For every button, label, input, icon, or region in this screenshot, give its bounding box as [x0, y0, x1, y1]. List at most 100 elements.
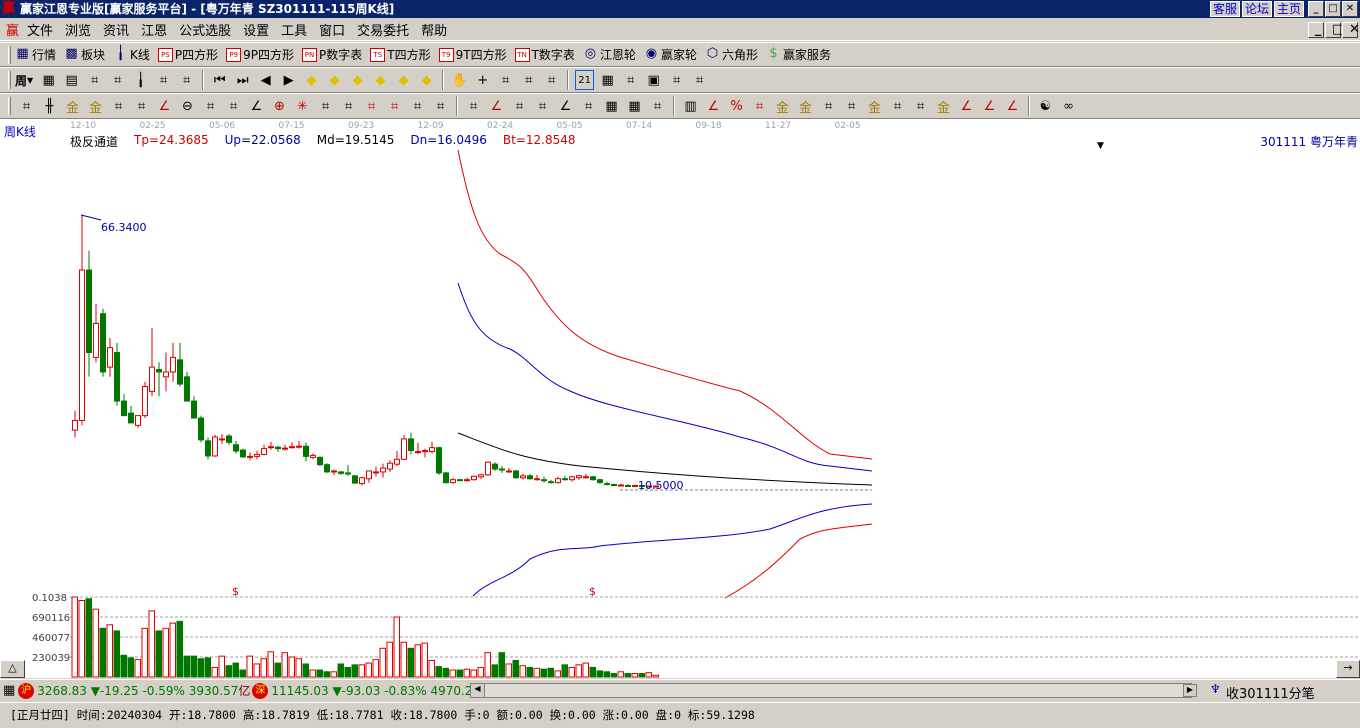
toolbar-winner-wheel-button[interactable]: ◉ 赢家轮	[644, 46, 697, 63]
wave2-icon[interactable]: ⌗	[842, 96, 861, 116]
crosshair-icon[interactable]: +	[473, 70, 492, 90]
last-icon[interactable]: ⏭	[233, 70, 252, 90]
square-icon[interactable]: ⌗	[510, 96, 529, 116]
toolbar-tn-button[interactable]: TN T数字表	[514, 46, 575, 63]
box-icon[interactable]: ⌗	[316, 96, 335, 116]
gold1-icon[interactable]: 金	[63, 96, 82, 116]
comb-icon[interactable]: ⌗	[408, 96, 427, 116]
period-select[interactable]: 周 ▼	[15, 72, 33, 89]
close-button[interactable]: ✕	[1342, 1, 1358, 17]
trend-icon[interactable]: ⌗	[496, 70, 515, 90]
pen-icon[interactable]: ⌗	[17, 96, 36, 116]
grid2-icon[interactable]: ▦	[602, 96, 621, 116]
up-diamond-icon[interactable]: ◆	[302, 70, 321, 90]
first-icon[interactable]: ⏮	[210, 70, 229, 90]
menu-settings[interactable]: 设置	[237, 20, 275, 39]
arrow-right-button[interactable]: →	[1336, 660, 1360, 678]
toolbar-t9-button[interactable]: T9 9T四方形	[438, 46, 507, 63]
toolbar-p9-button[interactable]: P9 9P四方形	[226, 46, 294, 63]
expand-up-button[interactable]: △	[0, 660, 25, 678]
scrollbar[interactable]: ◀ ▶	[470, 683, 1197, 698]
star-diamond-icon[interactable]: ◆	[371, 70, 390, 90]
spiral-icon[interactable]: ⌗	[132, 96, 151, 116]
restore-button[interactable]: □	[1325, 1, 1341, 17]
home-link[interactable]: 主页	[1274, 1, 1305, 17]
calendar-icon[interactable]: 21	[575, 70, 595, 90]
parallel-icon[interactable]: ⌗	[201, 96, 220, 116]
percent-icon[interactable]: %	[727, 96, 746, 116]
child-restore-button[interactable]: □	[1325, 22, 1344, 38]
star-icon[interactable]: ✳	[293, 96, 312, 116]
n2-icon[interactable]: ⌗	[224, 96, 243, 116]
left-icon[interactable]: ◀	[256, 70, 275, 90]
service-link[interactable]: 客服	[1210, 1, 1241, 17]
yinyang-icon[interactable]: ☯	[1036, 96, 1055, 116]
child-close-button[interactable]: ✕	[1342, 22, 1360, 38]
gold3-icon[interactable]: 金	[865, 96, 884, 116]
angle-icon[interactable]: ∠	[247, 96, 266, 116]
fan2-icon[interactable]: ∠	[487, 96, 506, 116]
angle2-icon[interactable]: ∠	[556, 96, 575, 116]
speed-icon[interactable]: ⌗	[339, 96, 358, 116]
bars9-icon[interactable]: ⌗	[108, 70, 127, 90]
cross-diamond-icon[interactable]: ◆	[394, 70, 413, 90]
tree-icon[interactable]: ⌗	[519, 70, 538, 90]
slash-icon[interactable]: ⌗	[648, 96, 667, 116]
pattern-icon[interactable]: ⌗	[542, 70, 561, 90]
f-icon[interactable]: ⌗	[911, 96, 930, 116]
frame-icon[interactable]: ⌗	[464, 96, 483, 116]
print-icon[interactable]: ⌗	[690, 70, 709, 90]
toolbar-ps-button[interactable]: PS P四方形	[157, 46, 218, 63]
notes-icon[interactable]: ⌗	[621, 70, 640, 90]
calendar-icon[interactable]: ▦	[3, 683, 15, 698]
wave-icon[interactable]: ⌗	[579, 96, 598, 116]
percent-fan-icon[interactable]: ∠	[704, 96, 723, 116]
toolbar-grip[interactable]	[8, 71, 11, 89]
minimize-button[interactable]: _	[1308, 1, 1324, 17]
toolbar-grip[interactable]	[8, 97, 11, 115]
gold-line-icon[interactable]: 金	[796, 96, 815, 116]
table-icon[interactable]: ▥	[681, 96, 700, 116]
toolbar-kline-button[interactable]: ╽ K线	[113, 46, 150, 63]
shen-angle-icon[interactable]: ∠	[957, 96, 976, 116]
fib-icon[interactable]: ⌗	[109, 96, 128, 116]
mountain-icon[interactable]: ⌗	[177, 70, 196, 90]
bars3-icon[interactable]: ⌗	[85, 70, 104, 90]
move-diamond-icon[interactable]: ◆	[417, 70, 436, 90]
toolbar-grip[interactable]	[8, 45, 11, 64]
lines-icon[interactable]: ╫	[40, 96, 59, 116]
toolbar-sector-button[interactable]: ▩ 板块	[64, 46, 105, 63]
square2-icon[interactable]: ⌗	[533, 96, 552, 116]
grid3-icon[interactable]: ▦	[625, 96, 644, 116]
j-icon[interactable]: ⌗	[888, 96, 907, 116]
scroll-right-button[interactable]: ▶	[1183, 684, 1197, 697]
toolbar-ts-button[interactable]: TS T四方形	[370, 46, 431, 63]
down-diamond-icon[interactable]: ◆	[348, 70, 367, 90]
menu-news[interactable]: 资讯	[97, 20, 135, 39]
right-icon[interactable]: ▶	[279, 70, 298, 90]
right-diamond-icon[interactable]: ◆	[325, 70, 344, 90]
menu-file[interactable]: 文件	[21, 20, 59, 39]
calculator-icon[interactable]: ▦	[598, 70, 617, 90]
menu-trade[interactable]: 交易委托	[351, 20, 415, 39]
grid-icon[interactable]: ▦	[39, 70, 58, 90]
app-menu-icon[interactable]: 赢	[4, 20, 21, 39]
toolbar-hexagon-button[interactable]: ⬡ 六角形	[705, 46, 758, 63]
gold2-icon[interactable]: 金	[86, 96, 105, 116]
drop-icon[interactable]: ⌗	[819, 96, 838, 116]
menu-browse[interactable]: 浏览	[59, 20, 97, 39]
candle-icon[interactable]: ╽	[131, 70, 150, 90]
gold-angle-icon[interactable]: 金	[934, 96, 953, 116]
circle-icon[interactable]: ⊖	[178, 96, 197, 116]
ying-icon[interactable]: ⌗	[385, 96, 404, 116]
shen-icon[interactable]: ⌗	[362, 96, 381, 116]
extreme-icon[interactable]: ⌗	[154, 70, 173, 90]
ying-angle-icon[interactable]: ∠	[980, 96, 999, 116]
forum-link[interactable]: 论坛	[1242, 1, 1273, 17]
toolbar-dollar-button[interactable]: $ 赢家服务	[766, 46, 831, 63]
network-icon[interactable]: ⌗	[667, 70, 686, 90]
scroll-left-button[interactable]: ◀	[471, 684, 485, 697]
toolbar-quote-table-button[interactable]: ▦ 行情	[15, 46, 56, 63]
four-angle-icon[interactable]: ∠	[1003, 96, 1022, 116]
fan-icon[interactable]: ∠	[155, 96, 174, 116]
